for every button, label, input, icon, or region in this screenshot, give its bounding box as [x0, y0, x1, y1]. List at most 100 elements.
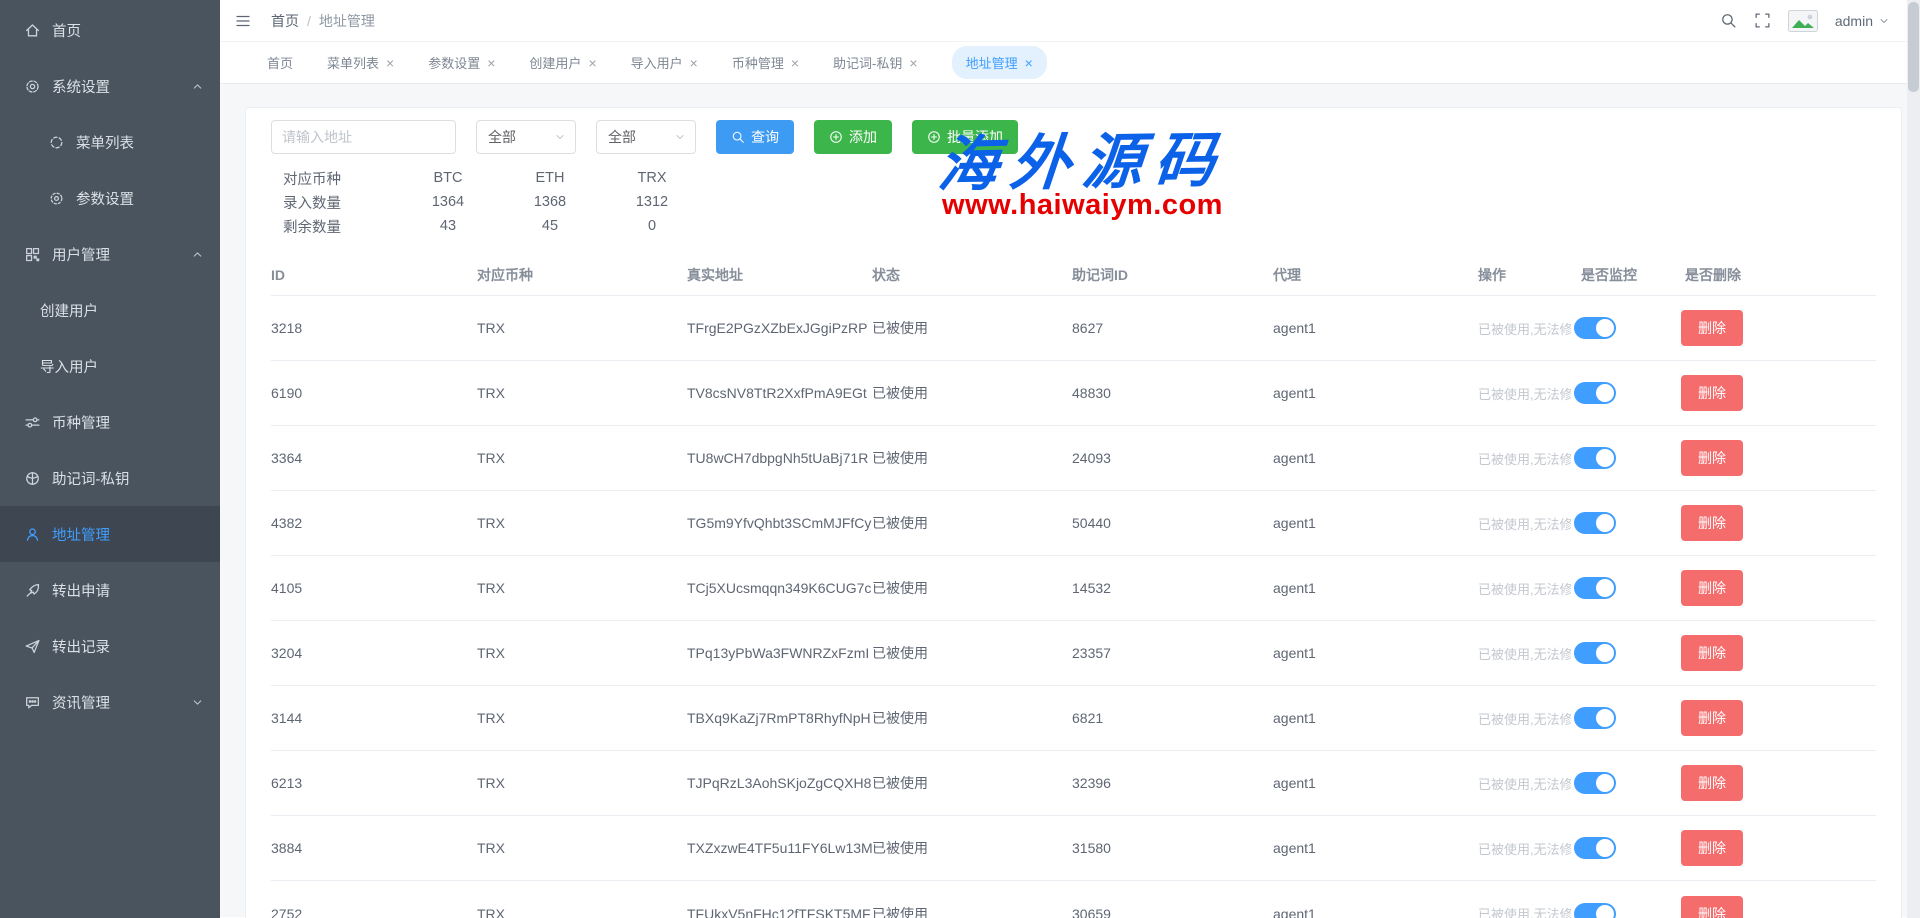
row-address: TXZxzwE4TF5u11FY6Lw13M: [687, 840, 872, 856]
row-coin: TRX: [477, 580, 687, 596]
avatar[interactable]: [1788, 10, 1818, 32]
batch-add-button[interactable]: 批量添加: [912, 120, 1018, 154]
summary-label: 剩余数量: [271, 216, 397, 237]
tab-close-icon[interactable]: ×: [386, 56, 394, 70]
sidebar-item-address-management[interactable]: 地址管理: [0, 506, 220, 562]
column-header: 是否监控: [1571, 265, 1681, 285]
sidebar-item-menu-list[interactable]: 菜单列表: [0, 114, 220, 170]
tab-close-icon[interactable]: ×: [909, 56, 917, 70]
address-search-input[interactable]: [271, 120, 456, 154]
sidebar-item-system-settings[interactable]: 系统设置: [0, 58, 220, 114]
row-status: 已被使用: [872, 513, 1072, 533]
delete-button[interactable]: 删除: [1681, 310, 1743, 346]
tab-地址管理[interactable]: 地址管理 ×: [952, 46, 1047, 79]
monitor-toggle[interactable]: [1574, 447, 1616, 469]
tab-close-icon[interactable]: ×: [690, 56, 698, 70]
row-delete-cell: 删除: [1681, 310, 1876, 346]
monitor-toggle[interactable]: [1574, 577, 1616, 599]
monitor-toggle[interactable]: [1574, 903, 1616, 918]
monitor-toggle[interactable]: [1574, 772, 1616, 794]
filter-select-2-value: 全部: [608, 127, 636, 147]
sidebar-item-param-settings[interactable]: 参数设置: [0, 170, 220, 226]
tab-close-icon[interactable]: ×: [588, 56, 596, 70]
monitor-toggle[interactable]: [1574, 382, 1616, 404]
tab-币种管理[interactable]: 币种管理×: [732, 53, 799, 72]
monitor-toggle[interactable]: [1574, 837, 1616, 859]
table-row: 3204TRXTPq13yPbWa3FWNRZxFzmI已被使用23357age…: [271, 621, 1876, 686]
search-button[interactable]: 查询: [716, 120, 794, 154]
row-agent: agent1: [1273, 645, 1478, 661]
tab-label: 助记词-私钥: [833, 53, 902, 72]
delete-button[interactable]: 删除: [1681, 700, 1743, 736]
row-delete-cell: 删除: [1681, 505, 1876, 541]
breadcrumb-home[interactable]: 首页: [271, 11, 299, 31]
summary-row: 剩余数量43450: [271, 214, 1876, 238]
tab-创建用户[interactable]: 创建用户×: [529, 53, 596, 72]
row-mnemonic-id: 50440: [1072, 515, 1273, 531]
row-status: 已被使用: [872, 708, 1072, 728]
row-id: 3218: [271, 320, 477, 336]
sidebar-item-label: 助记词-私钥: [52, 468, 129, 489]
row-status: 已被使用: [872, 643, 1072, 663]
menu-icon[interactable]: [234, 13, 252, 29]
sidebar-item-transfer-record[interactable]: 转出记录: [0, 618, 220, 674]
fullscreen-icon[interactable]: [1754, 12, 1771, 29]
sidebar-item-home[interactable]: 首页: [0, 2, 220, 58]
column-header: 代理: [1273, 265, 1478, 285]
tab-close-icon[interactable]: ×: [487, 56, 495, 70]
filter-select-2[interactable]: 全部: [596, 120, 696, 154]
table-row: 4382TRXTG5m9YfvQhbt3SCmMJFfCy已被使用50440ag…: [271, 491, 1876, 556]
monitor-toggle[interactable]: [1574, 512, 1616, 534]
tab-菜单列表[interactable]: 菜单列表 ×: [327, 53, 394, 72]
filter-select-1-value: 全部: [488, 127, 516, 147]
sidebar-item-mnemonic-private-key[interactable]: 助记词-私钥: [0, 450, 220, 506]
topbar-right: admin: [1720, 10, 1890, 32]
monitor-toggle[interactable]: [1574, 642, 1616, 664]
delete-button[interactable]: 删除: [1681, 896, 1743, 918]
plus-circle-icon: [927, 130, 941, 144]
row-id: 3144: [271, 710, 477, 726]
filter-select-1[interactable]: 全部: [476, 120, 576, 154]
tab-label: 地址管理: [966, 53, 1018, 72]
row-coin: TRX: [477, 450, 687, 466]
row-mnemonic-id: 14532: [1072, 580, 1273, 596]
search-icon[interactable]: [1720, 12, 1737, 29]
row-mnemonic-id: 48830: [1072, 385, 1273, 401]
tab-首页[interactable]: 首页: [267, 53, 293, 72]
scrollbar: [1907, 0, 1920, 918]
user-menu[interactable]: admin: [1835, 13, 1890, 29]
monitor-toggle[interactable]: [1574, 707, 1616, 729]
delete-button[interactable]: 删除: [1681, 505, 1743, 541]
tab-参数设置[interactable]: 参数设置×: [428, 53, 495, 72]
tabbar: 首页菜单列表×参数设置×创建用户×导入用户×币种管理×助记词-私钥×地址管理×: [220, 42, 1920, 84]
monitor-toggle[interactable]: [1574, 317, 1616, 339]
add-button[interactable]: 添加: [814, 120, 892, 154]
username-label: admin: [1835, 13, 1873, 29]
sidebar-item-transfer-request[interactable]: 转出申请: [0, 562, 220, 618]
tab-label: 菜单列表: [327, 53, 379, 72]
tab-close-icon[interactable]: ×: [791, 56, 799, 70]
row-id: 2752: [271, 906, 477, 918]
tab-助记词-私钥[interactable]: 助记词-私钥 ×: [833, 53, 918, 72]
sidebar-item-user-management[interactable]: 用户管理: [0, 226, 220, 282]
row-address: TCj5XUcsmqqn349K6CUG7c: [687, 580, 872, 596]
delete-button[interactable]: 删除: [1681, 375, 1743, 411]
row-monitor-cell: [1571, 577, 1681, 599]
delete-button[interactable]: 删除: [1681, 765, 1743, 801]
row-address: TPq13yPbWa3FWNRZxFzmI: [687, 645, 872, 661]
sidebar-item-create-user[interactable]: 创建用户: [0, 282, 220, 338]
sidebar-item-import-user[interactable]: 导入用户: [0, 338, 220, 394]
delete-button[interactable]: 删除: [1681, 830, 1743, 866]
scrollbar-thumb[interactable]: [1908, 2, 1919, 92]
tab-close-icon[interactable]: ×: [1025, 56, 1033, 70]
main-area: 首页 / 地址管理 admin 首页菜单列表×参数设置×创建用户×导入用户×币种…: [220, 0, 1920, 918]
delete-button[interactable]: 删除: [1681, 635, 1743, 671]
delete-button[interactable]: 删除: [1681, 440, 1743, 476]
summary-label: 录入数量: [271, 192, 397, 213]
tab-导入用户[interactable]: 导入用户×: [631, 53, 698, 72]
sidebar-item-news-management[interactable]: 资讯管理: [0, 674, 220, 730]
column-header: 操作: [1478, 265, 1571, 285]
chevron-up-icon: [191, 248, 204, 261]
sidebar-item-coin-management[interactable]: 币种管理: [0, 394, 220, 450]
delete-button[interactable]: 删除: [1681, 570, 1743, 606]
